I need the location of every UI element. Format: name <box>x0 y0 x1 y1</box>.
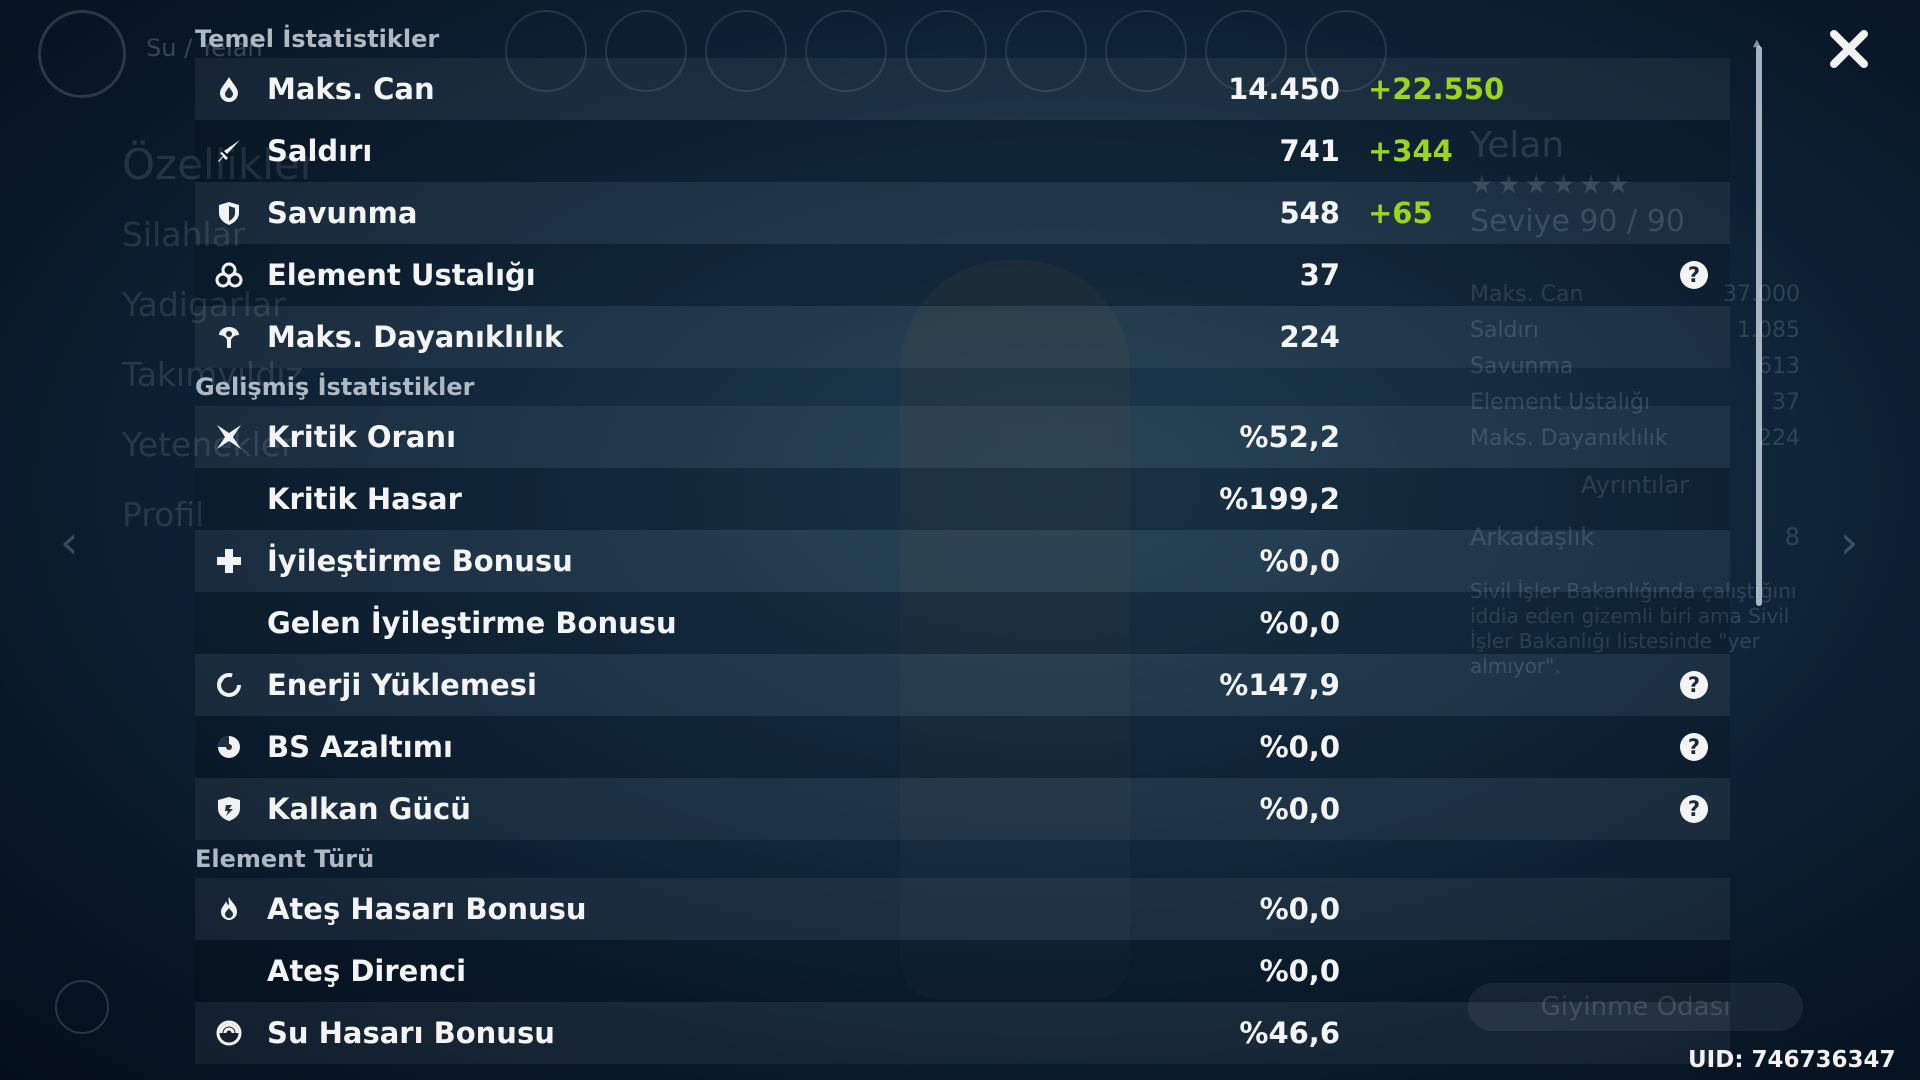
stat-bonus: +65 <box>1368 196 1433 230</box>
stat-label: Enerji Yüklemesi <box>267 668 537 702</box>
energy-recharge-icon <box>215 671 243 699</box>
section-title: Element Türü <box>195 845 375 873</box>
stat-label: Maks. Dayanıklılık <box>267 320 564 354</box>
stat-value: 548 <box>1279 196 1340 230</box>
stat-value: 37 <box>1299 258 1340 292</box>
stat-label: Ateş Direnci <box>267 954 467 988</box>
stat-row: Ateş Direnci %0,0 <box>195 940 1730 1002</box>
stamina-icon <box>215 323 243 351</box>
stat-value: %52,2 <box>1239 420 1340 454</box>
stat-value: %0,0 <box>1259 892 1340 926</box>
stat-label: Kalkan Gücü <box>267 792 471 826</box>
stat-label: Ateş Hasarı Bonusu <box>267 892 587 926</box>
shield-icon <box>215 199 243 227</box>
stat-row: Kalkan Gücü %0,0? <box>195 778 1730 840</box>
close-icon <box>1830 30 1868 68</box>
stat-value: %46,6 <box>1239 1016 1340 1050</box>
scrollbar[interactable] <box>1756 46 1762 606</box>
stat-row: Element Ustalığı 37? <box>195 244 1730 306</box>
stat-row: Maks. Dayanıklılık 224 <box>195 306 1730 368</box>
stat-value: %0,0 <box>1259 954 1340 988</box>
help-icon[interactable]: ? <box>1680 795 1708 823</box>
stat-value: %0,0 <box>1259 730 1340 764</box>
stat-value: %199,2 <box>1219 482 1340 516</box>
stat-label: Kritik Hasar <box>267 482 462 516</box>
stat-label: Kritik Oranı <box>267 420 457 454</box>
stat-label: Element Ustalığı <box>267 258 536 292</box>
hp-drop-icon <box>215 75 243 103</box>
help-icon[interactable]: ? <box>1680 671 1708 699</box>
stat-row: İyileştirme Bonusu %0,0 <box>195 530 1730 592</box>
friendship-value: 8 <box>1784 523 1800 551</box>
section-title: Temel İstatistikler <box>195 25 440 53</box>
stat-bonus: +344 <box>1368 134 1453 168</box>
stat-label: Saldırı <box>267 134 373 168</box>
stat-value: 14.450 <box>1228 72 1340 106</box>
stat-label: Su Hasarı Bonusu <box>267 1016 555 1050</box>
help-icon[interactable]: ? <box>1680 261 1708 289</box>
stat-bonus: +22.550 <box>1368 72 1505 106</box>
next-character-icon: › <box>1840 515 1859 569</box>
stat-row: BS Azaltımı %0,0? <box>195 716 1730 778</box>
stat-row: Enerji Yüklemesi %147,9? <box>195 654 1730 716</box>
grid-menu-icon <box>55 980 109 1034</box>
section-title: Gelişmiş İstatistikler <box>195 373 475 401</box>
stat-row: Gelen İyileştirme Bonusu %0,0 <box>195 592 1730 654</box>
player-uid: UID: 746736347 <box>1688 1047 1896 1073</box>
close-button[interactable] <box>1826 26 1872 72</box>
stat-row: Kritik Hasar %199,2 <box>195 468 1730 530</box>
stat-row: Maks. Can 14.450 +22.550 <box>195 58 1730 120</box>
shield-strength-icon <box>215 795 243 823</box>
hydro-icon <box>215 1019 243 1047</box>
stat-value: %147,9 <box>1219 668 1340 702</box>
scroll-up-icon[interactable]: ▲ <box>1753 38 1765 49</box>
sword-icon <box>215 137 243 165</box>
element-emblem-icon <box>38 10 126 98</box>
pyro-icon <box>215 895 243 923</box>
elemental-mastery-icon <box>215 261 243 289</box>
stat-value: %0,0 <box>1259 606 1340 640</box>
crit-rate-icon <box>215 423 243 451</box>
help-icon[interactable]: ? <box>1680 733 1708 761</box>
stat-label: Gelen İyileştirme Bonusu <box>267 606 677 640</box>
stat-row: Ateş Hasarı Bonusu %0,0 <box>195 878 1730 940</box>
attribute-details-panel[interactable]: Temel İstatistikler Maks. Can 14.450 +22.55… <box>195 20 1730 1064</box>
stat-label: Savunma <box>267 196 418 230</box>
stat-value: 741 <box>1279 134 1340 168</box>
stat-row: Saldırı 741 +344 <box>195 120 1730 182</box>
stat-row: Su Hasarı Bonusu %46,6 <box>195 1002 1730 1064</box>
stat-row: Savunma 548 +65 <box>195 182 1730 244</box>
stat-row: Kritik Oranı %52,2 <box>195 406 1730 468</box>
stat-value: 224 <box>1279 320 1340 354</box>
stat-label: İyileştirme Bonusu <box>267 544 573 578</box>
stat-label: BS Azaltımı <box>267 730 453 764</box>
prev-character-icon: ‹ <box>60 515 79 569</box>
stat-value: %0,0 <box>1259 544 1340 578</box>
stat-label: Maks. Can <box>267 72 435 106</box>
healing-cross-icon <box>215 547 243 575</box>
stat-value: %0,0 <box>1259 792 1340 826</box>
cooldown-icon <box>215 733 243 761</box>
